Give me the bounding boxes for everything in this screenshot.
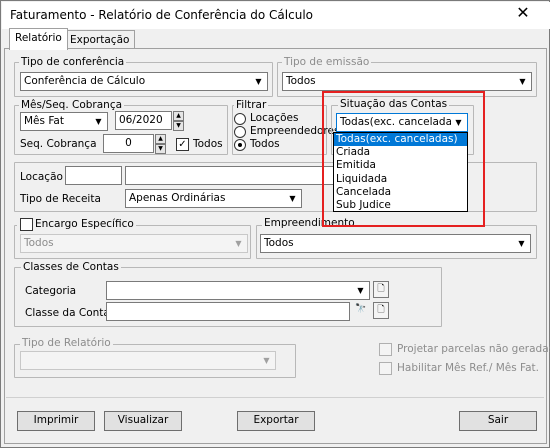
tipo-emissao-legend: Tipo de emissão — [282, 56, 372, 68]
filtrar-todos-label: Todos — [250, 138, 280, 150]
chevron-down-icon: ▼ — [263, 356, 270, 365]
chevron-down-icon: ▼ — [518, 239, 525, 248]
classe-conta-label: Classe da Conta — [25, 307, 110, 319]
mes-spinner[interactable]: ▲ ▼ — [173, 111, 184, 131]
empreendimento-legend: Empreendimento — [262, 217, 357, 229]
encargo-select[interactable]: Todos ▼ — [20, 234, 248, 253]
title-bar: Faturamento - Relatório de Conferência d… — [2, 2, 550, 29]
seq-cobranca-label: Seq. Cobrança — [20, 138, 97, 150]
situacao-dropdown-list: Todas(exc. canceladas) Criada Emitida Liqui… — [333, 132, 468, 212]
window-title: Faturamento - Relatório de Conferência d… — [10, 8, 313, 22]
divider — [6, 397, 544, 398]
spin-up-icon[interactable]: ▲ — [173, 111, 184, 121]
encargo-legend: Encargo Específico — [17, 218, 136, 230]
situacao-option[interactable]: Criada — [334, 146, 467, 159]
tipo-receita-label: Tipo de Receita — [20, 193, 101, 205]
tipo-emissao-value: Todos — [286, 75, 316, 87]
classes-legend: Classes de Contas — [21, 261, 121, 273]
chevron-down-icon: ▼ — [519, 77, 526, 86]
tab-relatorio-label: Relatório — [15, 32, 62, 44]
filtrar-empreendedores-radio[interactable] — [234, 126, 246, 138]
exportar-button[interactable]: Exportar — [237, 411, 315, 431]
classe-conta-input[interactable] — [106, 302, 350, 321]
binoculars-icon: 🔭 — [355, 304, 367, 314]
tab-exportacao[interactable]: Exportação — [64, 30, 136, 50]
situacao-option[interactable]: Liquidada — [334, 173, 467, 186]
tipo-receita-select[interactable]: Apenas Ordinárias ▼ — [125, 189, 302, 208]
todos-checkbox[interactable]: ✓ — [176, 138, 189, 151]
imprimir-label: Imprimir — [33, 414, 79, 426]
projetar-checkbox[interactable] — [379, 343, 392, 356]
close-button[interactable]: ✕ — [501, 3, 545, 25]
situacao-select[interactable]: Todas(exc. canceladas ▼ — [336, 113, 468, 132]
filtrar-locacoes-label: Locações — [250, 112, 299, 124]
sair-label: Sair — [487, 414, 509, 426]
chevron-down-icon: ▼ — [357, 286, 364, 295]
report-window: Faturamento - Relatório de Conferência d… — [0, 0, 550, 448]
tipo-conferencia-value: Conferência de Cálculo — [24, 75, 146, 87]
mes-value: 06/2020 — [119, 114, 163, 126]
situacao-legend: Situação das Contas — [338, 98, 450, 110]
filtrar-locacoes-radio[interactable] — [234, 113, 246, 125]
situacao-value: Todas(exc. canceladas — [340, 116, 458, 128]
filtrar-empreendedores-label: Empreendedores — [250, 125, 340, 137]
close-icon: ✕ — [516, 3, 530, 22]
tipo-conferencia-legend: Tipo de conferência — [19, 56, 127, 68]
filtrar-todos-radio[interactable] — [234, 139, 246, 151]
doc-icon: 🗋 — [377, 305, 385, 315]
mes-tipo-select[interactable]: Mês Fat ▼ — [20, 112, 108, 131]
spin-up-icon[interactable]: ▲ — [155, 134, 166, 144]
tipo-receita-value: Apenas Ordinárias — [129, 192, 226, 204]
tipo-relatorio-legend: Tipo de Relatório — [20, 337, 113, 349]
visualizar-label: Visualizar — [117, 414, 169, 426]
filtrar-legend: Filtrar — [234, 99, 269, 111]
exportar-label: Exportar — [253, 414, 299, 426]
spin-down-icon[interactable]: ▼ — [155, 144, 166, 154]
projetar-label: Projetar parcelas não geradas — [397, 343, 550, 355]
todos-checkbox-label: Todos — [193, 138, 223, 150]
mes-tipo-value: Mês Fat — [24, 115, 64, 127]
tipo-emissao-select[interactable]: Todos ▼ — [282, 72, 532, 91]
locacao-code-input[interactable] — [65, 166, 122, 185]
situacao-option[interactable]: Sub Judice — [334, 199, 467, 212]
radio-selected-dot — [238, 143, 242, 147]
visualizar-button[interactable]: Visualizar — [104, 411, 182, 431]
situacao-option[interactable]: Cancelada — [334, 186, 467, 199]
mes-seq-legend: Mês/Seq. Cobrança — [19, 99, 125, 111]
imprimir-button[interactable]: Imprimir — [17, 411, 95, 431]
encargo-checkbox[interactable] — [20, 218, 33, 231]
chevron-down-icon: ▼ — [451, 115, 466, 130]
seq-spinner[interactable]: ▲ ▼ — [155, 134, 166, 154]
chevron-down-icon: ▼ — [95, 117, 102, 126]
categoria-doc-button[interactable]: 🗋 — [373, 281, 389, 298]
habilitar-checkbox[interactable] — [379, 362, 392, 375]
empreendimento-value: Todos — [264, 237, 294, 249]
chevron-down-icon: ▼ — [235, 239, 242, 248]
tipo-relatorio-select[interactable]: ▼ — [20, 351, 276, 370]
seq-cobranca-input[interactable]: 0 — [103, 134, 154, 153]
categoria-label: Categoria — [25, 285, 77, 297]
tab-relatorio[interactable]: Relatório — [9, 28, 68, 50]
spin-down-icon[interactable]: ▼ — [173, 121, 184, 131]
chevron-down-icon: ▼ — [255, 77, 262, 86]
check-icon: ✓ — [178, 139, 187, 150]
habilitar-label: Habilitar Mês Ref./ Mês Fat. — [397, 362, 540, 374]
locacao-label: Locação — [20, 171, 63, 183]
classe-doc-button[interactable]: 🗋 — [373, 302, 389, 319]
tab-exportacao-label: Exportação — [70, 34, 130, 46]
binoculars-button[interactable]: 🔭 — [353, 302, 369, 319]
empreendimento-select[interactable]: Todos ▼ — [260, 234, 531, 253]
situacao-option[interactable]: Todas(exc. canceladas) — [334, 133, 467, 147]
tipo-conferencia-select[interactable]: Conferência de Cálculo ▼ — [20, 72, 268, 91]
sair-button[interactable]: Sair — [459, 411, 537, 431]
seq-cobranca-value: 0 — [125, 137, 132, 149]
situacao-option[interactable]: Emitida — [334, 159, 467, 172]
categoria-select[interactable]: ▼ — [106, 281, 370, 300]
chevron-down-icon: ▼ — [289, 194, 296, 203]
doc-icon: 🗋 — [377, 284, 385, 294]
encargo-value: Todos — [24, 237, 54, 249]
mes-value-input[interactable]: 06/2020 — [115, 111, 172, 130]
locacao-desc-input[interactable] — [125, 166, 335, 185]
